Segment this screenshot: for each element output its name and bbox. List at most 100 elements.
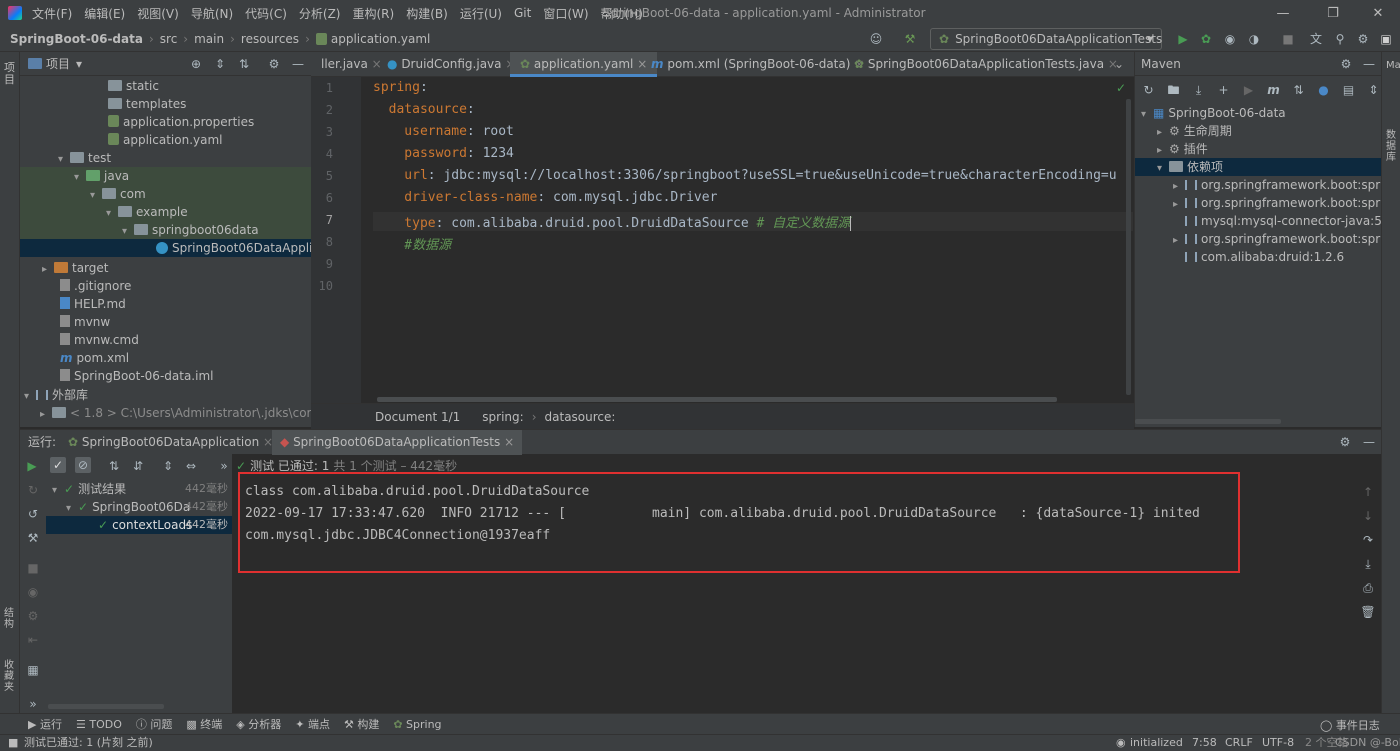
close-icon[interactable]: ✕ — [1355, 0, 1400, 26]
horizontal-scrollbar[interactable] — [48, 704, 164, 709]
show-passed-icon[interactable]: ✓ — [50, 457, 66, 473]
chevron-down-icon[interactable]: ▾ — [76, 57, 82, 71]
tool-tab-run[interactable]: ▶ 运行 — [28, 716, 62, 732]
soft-wrap-icon[interactable]: ↷ — [1360, 532, 1376, 548]
status-message[interactable]: 测试已通过: 1 (片刻 之前) — [24, 735, 153, 751]
user-icon[interactable]: ☺ — [868, 31, 884, 47]
document-indicator[interactable]: Document 1/1 — [375, 410, 460, 424]
collapse-all-icon[interactable]: ⇔ — [183, 458, 199, 474]
tool-tab-todo[interactable]: ☰ TODO — [76, 718, 122, 731]
run-tab-application[interactable]: ✿ SpringBoot06DataApplication × — [60, 430, 281, 455]
maven-dep-row[interactable]: com.alibaba:druid:1.2.6 — [1185, 248, 1344, 266]
line-separator[interactable]: CRLF — [1225, 735, 1253, 751]
horizontal-scrollbar[interactable] — [377, 397, 1057, 402]
tool-tab-endpoints[interactable]: ✦ 端点 — [295, 716, 330, 732]
maven-project-root[interactable]: ▾ ▦ SpringBoot-06-data — [1141, 104, 1286, 122]
skip-tests-icon[interactable]: ● — [1316, 82, 1331, 98]
download-icon[interactable]: ⤓ — [1191, 82, 1206, 98]
chevron-right-icon[interactable]: ▸ — [42, 261, 54, 279]
initialized-status[interactable]: initialized — [1130, 735, 1183, 751]
maximize-icon[interactable]: ❐ — [1310, 0, 1356, 26]
tab-pom-xml[interactable]: m pom.xml (SpringBoot-06-data) × — [641, 52, 874, 77]
tree-item-mvnw[interactable]: mvnw — [60, 313, 110, 331]
reload-icon[interactable]: ↻ — [1141, 82, 1156, 98]
gear-icon[interactable]: ⚙ — [1355, 31, 1371, 47]
tree-item-application-yaml[interactable]: application.yaml — [108, 131, 223, 149]
strip-maven-label[interactable]: Maven — [1386, 60, 1400, 71]
hammer-icon[interactable]: ⚒ — [902, 31, 918, 47]
profile-icon[interactable]: ◑ — [1246, 31, 1262, 47]
chevron-right-icon[interactable]: ▸ — [1173, 196, 1185, 214]
tool-tab-terminal[interactable]: ▩ 终端 — [186, 716, 222, 732]
tab-list-chevron-icon[interactable]: ⌄ — [1114, 57, 1124, 71]
strip-favorites-label[interactable]: 收藏夹 — [4, 660, 16, 693]
exit-icon[interactable]: ⇤ — [25, 632, 41, 648]
tree-item-external-libs[interactable]: ▾ 外部库 — [24, 386, 88, 404]
menu-file[interactable]: 文件(F) — [32, 5, 72, 22]
layout-icon[interactable]: ▦ — [25, 662, 41, 678]
menu-refactor[interactable]: 重构(R) — [353, 5, 395, 22]
maven-plugins[interactable]: ▸ ⚙ 插件 — [1157, 140, 1208, 158]
breadcrumb-file[interactable]: application.yaml — [331, 32, 431, 46]
stop-icon[interactable]: ■ — [25, 560, 41, 576]
tool-tab-profiler[interactable]: ◈ 分析器 — [236, 716, 281, 732]
tree-item-example[interactable]: ▾ example — [20, 203, 311, 221]
strip-structure-label[interactable]: 结构 — [4, 608, 16, 630]
close-icon[interactable]: × — [504, 435, 514, 449]
tree-item-static[interactable]: static — [108, 77, 159, 95]
tree-item-springboot06data[interactable]: ▾ springboot06data — [20, 221, 311, 239]
expand-all-icon[interactable]: ⇕ — [212, 56, 228, 72]
run-config-select[interactable]: ✿ SpringBoot06DataApplicationTests ▾ — [930, 28, 1162, 50]
run-icon[interactable]: ▶ — [1175, 31, 1191, 47]
tree-item-application-properties[interactable]: application.properties — [108, 113, 254, 131]
toggle-offline-icon[interactable]: ⇅ — [1291, 82, 1306, 98]
print-icon[interactable]: ⎙ — [1360, 580, 1376, 596]
tree-item-pom[interactable]: m pom.xml — [60, 349, 129, 367]
test-class-row[interactable]: ▾ ✓ SpringBoot06Da 442毫秒 — [46, 498, 232, 516]
breadcrumb-main[interactable]: main — [194, 32, 224, 46]
hide-icon[interactable]: — — [290, 56, 306, 72]
maven-dep-row[interactable]: ▸ org.springframework.boot:spring — [1173, 230, 1381, 248]
collapse-all-icon[interactable]: ⇕ — [1366, 82, 1381, 98]
wrench-icon[interactable]: ⚒ — [25, 530, 41, 546]
tool-tab-problems[interactable]: ⓘ 问题 — [136, 716, 173, 732]
menu-build[interactable]: 构建(B) — [406, 5, 448, 22]
tree-item-test[interactable]: ▾ test — [58, 149, 111, 167]
tool-tab-build[interactable]: ⚒ 构建 — [344, 716, 379, 732]
rerun-failed-icon[interactable]: ↻ — [25, 482, 41, 498]
strip-database-label[interactable]: 数据库 — [1386, 130, 1398, 163]
chevron-down-icon[interactable]: ▾ — [24, 388, 36, 406]
gear-icon[interactable]: ⚙ — [1337, 434, 1353, 450]
menu-analyze[interactable]: 分析(Z) — [299, 5, 341, 22]
tree-item-templates[interactable]: templates — [108, 95, 186, 113]
hide-icon[interactable]: — — [1361, 56, 1377, 72]
horizontal-scrollbar[interactable] — [1135, 419, 1281, 424]
show-diagram-icon[interactable]: ▤ — [1341, 82, 1356, 98]
yaml-path-spring[interactable]: spring: — [482, 410, 523, 424]
breadcrumb-resources[interactable]: resources — [241, 32, 299, 46]
scroll-to-end-icon[interactable]: ⤓ — [1360, 556, 1376, 572]
show-ignored-icon[interactable]: ⊘ — [75, 457, 91, 473]
no-problems-icon[interactable]: ✓ — [1116, 81, 1126, 95]
locate-icon[interactable]: ⊕ — [188, 56, 204, 72]
menu-navigate[interactable]: 导航(N) — [191, 5, 233, 22]
trash-icon[interactable]: 🗑 — [1360, 604, 1376, 620]
sort-duration-icon[interactable]: ⇵ — [130, 458, 146, 474]
up-arrow-icon[interactable]: ↑ — [1360, 484, 1376, 500]
hide-icon[interactable]: — — [1361, 434, 1377, 450]
yaml-path-datasource[interactable]: datasource: — [545, 410, 616, 424]
project-title[interactable]: 项目 — [46, 55, 70, 72]
tab-druidconfig-java[interactable]: ● DruidConfig.java × — [377, 52, 525, 77]
breadcrumb-src[interactable]: src — [160, 32, 178, 46]
tab-application-yaml[interactable]: ✿ application.yaml × — [510, 52, 658, 77]
down-arrow-icon[interactable]: ↓ — [1360, 508, 1376, 524]
maven-dep-row[interactable]: mysql:mysql-connector-java:5.1.4 — [1185, 212, 1381, 230]
maven-dependencies[interactable]: ▾ 依赖项 — [1135, 158, 1381, 176]
tree-item-jdk[interactable]: ▸ < 1.8 > C:\Users\Administrator\.jdks\co… — [40, 404, 311, 422]
add-icon[interactable]: + — [1216, 82, 1231, 98]
debug-icon[interactable]: ✿ — [1198, 31, 1214, 47]
more-icon[interactable]: » — [216, 458, 232, 474]
plugin-icon[interactable]: ▣ — [1378, 31, 1394, 47]
maven-lifecycle[interactable]: ▸ ⚙ 生命周期 — [1157, 122, 1232, 140]
tree-item-java[interactable]: ▾ java — [20, 167, 311, 185]
